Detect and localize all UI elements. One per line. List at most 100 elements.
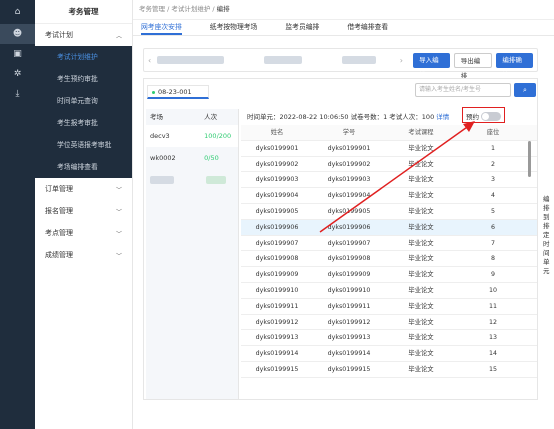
sidebar-item-time-unit[interactable]: 时间单元查询: [35, 90, 132, 112]
search-input[interactable]: 请输入考生姓名/考生号: [415, 83, 511, 97]
chevron-down-icon: ﹀: [115, 230, 122, 238]
room-tab-label: 08-23-001: [158, 88, 192, 96]
main-content: 考务管理 / 考试计划维护 / 编排 网考座次安排 纸考按物理考场 监考员编排 …: [133, 0, 554, 429]
chevron-left-icon[interactable]: ‹: [148, 56, 157, 65]
table-cell: dyks0199907: [327, 239, 371, 247]
menu-group-label: 考点管理: [45, 229, 73, 237]
table-cell: dyks0199911: [327, 302, 371, 310]
import-arrange-button[interactable]: 导入编排: [413, 52, 450, 79]
download-icon[interactable]: ⤓: [0, 84, 35, 104]
home-icon[interactable]: ⌂: [0, 0, 35, 24]
user-icon[interactable]: ☻: [0, 24, 35, 44]
sidebar: 考务管理 考试计划 ︿ 考试计划维护 考生预约审批 时间单元查询 考生报考审批 …: [35, 0, 133, 429]
vertical-scrollbar[interactable]: [528, 141, 531, 177]
confirm-arrange-button[interactable]: 编排确认: [496, 52, 533, 79]
table-row[interactable]: dyks0199913 dyks0199913 毕业论文 13: [241, 330, 537, 347]
table-row[interactable]: dyks0199906 dyks0199906 毕业论文 6: [241, 219, 537, 236]
table-header: 姓名 学号 考试课程 座位: [241, 125, 537, 141]
table-cell: dyks0199909: [255, 271, 299, 279]
table-row[interactable]: dyks0199915 dyks0199915 毕业论文 15: [241, 362, 537, 378]
table-cell: dyks0199905: [255, 207, 299, 215]
column-header: 姓名: [270, 129, 284, 136]
tab-online-seating[interactable]: 网考座次安排: [141, 20, 182, 35]
table-row[interactable]: dyks0199902 dyks0199902 毕业论文 2: [241, 157, 537, 173]
table-row[interactable]: dyks0199909 dyks0199909 毕业论文 9: [241, 267, 537, 283]
sidebar-item-booking-approval[interactable]: 考生预约审批: [35, 68, 132, 90]
menu-group-orders[interactable]: 订单管理 ﹀: [35, 178, 132, 200]
seat-table: 姓名 学号 考试课程 座位 dyks0199901 dyks0199901 毕业论文…: [241, 125, 537, 378]
table-cell: dyks0199904: [255, 192, 299, 200]
table-cell: dyks0199909: [327, 271, 371, 279]
room-row-redacted[interactable]: [146, 169, 238, 191]
breadcrumb-item[interactable]: 考试计划维护: [171, 5, 210, 13]
table-cell: 7: [490, 239, 495, 247]
redacted-room: [150, 176, 174, 184]
table-cell: 15: [488, 365, 497, 373]
table-cell: dyks0199906: [327, 223, 371, 231]
app-root: ⌂ ☻ ▣ ✲ ⤓ 考务管理 考试计划 ︿ 考试计划维护 考生预约审批 时间单元…: [0, 0, 554, 429]
sidebar-item-english-approval[interactable]: 学位英语报考审批: [35, 134, 132, 156]
table-row[interactable]: dyks0199905 dyks0199905 毕业论文 5: [241, 204, 537, 220]
room-list-header: 考场 人次: [146, 109, 238, 125]
export-arrange-button[interactable]: 导出编排: [453, 52, 493, 80]
table-row[interactable]: dyks0199910 dyks0199910 毕业论文 10: [241, 283, 537, 299]
room-row[interactable]: wk0002 0/50: [146, 147, 238, 169]
redacted-time-unit[interactable]: [341, 56, 376, 64]
redacted-time-unit[interactable]: [157, 56, 224, 64]
table-cell: 1: [490, 144, 495, 152]
table-cell: 毕业论文: [408, 192, 434, 200]
chevron-right-icon[interactable]: ›: [400, 56, 409, 65]
sidebar-item-plan-maintain[interactable]: 考试计划维护: [35, 46, 132, 68]
sidebar-item-room-view[interactable]: 考场编排查看: [35, 156, 132, 178]
table-row[interactable]: dyks0199908 dyks0199908 毕业论文 8: [241, 251, 537, 268]
room-count: 100/200: [204, 132, 232, 140]
table-cell: 6: [490, 223, 495, 231]
table-cell: 10: [488, 286, 497, 294]
detail-link[interactable]: 详情: [436, 113, 449, 121]
menu-group-scores[interactable]: 成绩管理 ﹀: [35, 244, 132, 266]
table-body: dyks0199901 dyks0199901 毕业论文 1 dyks0199902 dy…: [241, 141, 537, 378]
menu-group-signup[interactable]: 报名管理 ﹀: [35, 200, 132, 222]
tab-borrow-view[interactable]: 借考编排查看: [347, 20, 388, 35]
panel-icon[interactable]: ▣: [0, 44, 35, 64]
menu-group-label: 报名管理: [45, 207, 73, 215]
table-row[interactable]: dyks0199901 dyks0199901 毕业论文 1: [241, 141, 537, 157]
table-cell: 11: [488, 302, 497, 310]
table-row[interactable]: dyks0199907 dyks0199907 毕业论文 7: [241, 236, 537, 252]
column-header: 学号: [342, 129, 356, 136]
room-row[interactable]: decv3 100/200: [146, 125, 238, 147]
table-row[interactable]: dyks0199914 dyks0199914 毕业论文 14: [241, 346, 537, 362]
search-icon[interactable]: ⌕: [514, 83, 536, 97]
sidebar-item-exam-approval[interactable]: 考生报考审批: [35, 112, 132, 134]
table-cell: dyks0199912: [327, 318, 371, 326]
redacted-time-unit[interactable]: [263, 56, 302, 64]
breadcrumb-item[interactable]: 考务管理: [139, 5, 165, 13]
table-cell: dyks0199908: [255, 255, 299, 263]
tab-paper-room[interactable]: 纸考按物理考场: [210, 20, 258, 35]
side-note: 编排到排定时间单元: [543, 195, 550, 275]
table-cell: dyks0199901: [327, 144, 371, 152]
table-cell: dyks0199907: [255, 239, 299, 247]
table-cell: 毕业论文: [408, 223, 434, 231]
table-cell: dyks0199915: [255, 365, 299, 373]
table-row[interactable]: dyks0199904 dyks0199904 毕业论文 4: [241, 188, 537, 204]
table-row[interactable]: dyks0199903 dyks0199903 毕业论文 3: [241, 172, 537, 189]
time-unit-info: 时间单元：2022-08-22 10:06:50 试卷号数：1 考试人次：100…: [247, 111, 449, 121]
table-cell: dyks0199908: [327, 255, 371, 263]
table-cell: 毕业论文: [408, 318, 434, 326]
menu-group-sites[interactable]: 考点管理 ﹀: [35, 222, 132, 244]
tab-invigilator[interactable]: 监考员编排: [285, 20, 319, 35]
menu-group-exam-plan[interactable]: 考试计划 ︿: [35, 24, 132, 46]
room-list: 考场 人次 decv3 100/200 wk0002 0/50: [146, 109, 239, 399]
table-row[interactable]: dyks0199912 dyks0199912 毕业论文 12: [241, 315, 537, 331]
gear-icon[interactable]: ✲: [0, 64, 35, 84]
menu-group-label: 考试计划: [45, 31, 73, 39]
room-tab[interactable]: 08-23-001: [147, 85, 209, 99]
table-cell: 8: [490, 255, 495, 263]
table-cell: 3: [490, 176, 495, 184]
table-row[interactable]: dyks0199911 dyks0199911 毕业论文 11: [241, 299, 537, 315]
table-cell: 毕业论文: [408, 365, 434, 373]
chevron-down-icon: ﹀: [115, 186, 122, 194]
chevron-down-icon: ﹀: [115, 208, 122, 216]
column-header[interactable]: 考场: [150, 109, 204, 125]
